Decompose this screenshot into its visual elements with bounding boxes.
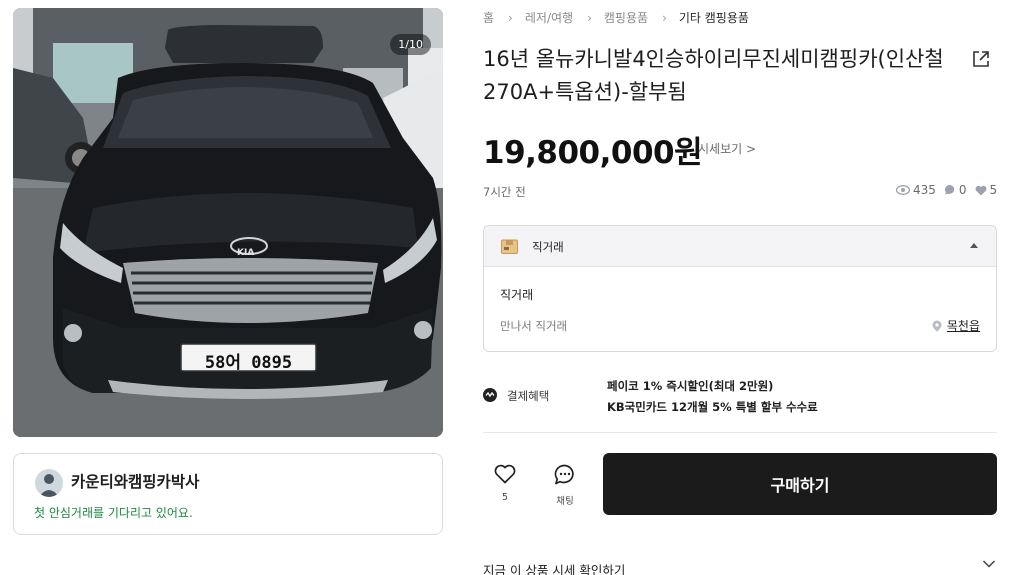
- posted-time: 7시간 전: [483, 185, 526, 199]
- breadcrumb-home[interactable]: 홈: [483, 9, 494, 26]
- chevron-up-icon[interactable]: [970, 243, 978, 248]
- like-count: 5: [975, 183, 998, 197]
- price-check-link[interactable]: 시세보기 >: [698, 140, 756, 157]
- trade-method-subtitle: 만나서 직거래: [500, 319, 568, 333]
- trade-method-panel: 직거래 직거래 만나서 직거래 목천읍: [483, 225, 997, 352]
- payment-benefit-2: KB국민카드 12개월 5% 특별 할부 수수료: [607, 400, 818, 414]
- product-stats: 435 0 5: [888, 183, 997, 197]
- avatar: [35, 469, 63, 497]
- product-price: 19,800,000원: [483, 135, 703, 171]
- breadcrumb-other-camping[interactable]: 기타 캠핑용품: [679, 9, 749, 26]
- breadcrumb-camping[interactable]: 캠핑용품: [604, 9, 648, 26]
- view-count: 435: [896, 183, 936, 197]
- image-counter: 1/10: [390, 34, 431, 55]
- payment-benefit-1: 페이코 1% 즉시할인(최대 2만원): [607, 379, 774, 393]
- chat-count-value: 0: [958, 183, 967, 197]
- product-title: 16년 올뉴카니발4인승하이리무진세미캠핑카(인산철270A+특옵션)-할부됨: [483, 47, 944, 104]
- share-icon[interactable]: [970, 48, 992, 70]
- payment-benefits-label: 결제혜택: [507, 389, 550, 403]
- chevron-down-icon[interactable]: [982, 559, 996, 569]
- like-count-value: 5: [989, 183, 998, 197]
- seller-name[interactable]: 카운티와캠핑카박사: [71, 470, 199, 492]
- trade-method-header[interactable]: 직거래: [484, 226, 996, 267]
- breadcrumb-leisure[interactable]: 레저/여행: [525, 9, 573, 26]
- car-logo: KIA: [237, 248, 255, 258]
- trade-location-link[interactable]: 목천읍: [932, 317, 980, 334]
- pay-icon: [483, 388, 497, 402]
- box-icon: [501, 239, 518, 254]
- chat-bubble-icon: [944, 184, 955, 195]
- price-check-section[interactable]: 지금 이 상품 시세 확인하기: [483, 560, 625, 575]
- buy-button[interactable]: 구매하기: [603, 453, 997, 515]
- chat-count: 0: [944, 183, 967, 197]
- like-button[interactable]: 5: [492, 464, 518, 503]
- chat-bubble-icon: [554, 464, 574, 485]
- payment-benefits: 결제혜택 페이코 1% 즉시할인(최대 2만원) KB국민카드 12개월 5% …: [483, 378, 997, 418]
- eye-icon: [896, 185, 910, 195]
- chevron-right-icon: ›: [587, 10, 592, 25]
- chevron-right-icon: ›: [508, 10, 513, 25]
- heart-icon: [975, 185, 987, 195]
- seller-message: 첫 안심거래를 기다리고 있어요.: [34, 506, 193, 520]
- divider: [483, 432, 997, 433]
- trade-method-header-label: 직거래: [532, 240, 564, 254]
- license-plate: 58어 0895: [204, 353, 293, 373]
- heart-icon: [494, 464, 516, 484]
- chevron-right-icon: ›: [662, 10, 667, 25]
- chat-button[interactable]: 채팅: [552, 464, 578, 507]
- trade-method-title: 직거래: [500, 288, 534, 302]
- view-count-value: 435: [913, 183, 936, 197]
- seller-card[interactable]: 카운티와캠핑카박사 첫 안심거래를 기다리고 있어요.: [13, 453, 443, 535]
- trade-location: 목천읍: [946, 319, 980, 333]
- product-image[interactable]: 1/10 58어 0895 KIA: [13, 8, 443, 437]
- chat-button-label: 채팅: [556, 496, 574, 507]
- like-button-count: 5: [501, 492, 509, 503]
- breadcrumb: 홈 › 레저/여행 › 캠핑용품 › 기타 캠핑용품: [483, 9, 749, 26]
- location-pin-icon: [932, 320, 942, 331]
